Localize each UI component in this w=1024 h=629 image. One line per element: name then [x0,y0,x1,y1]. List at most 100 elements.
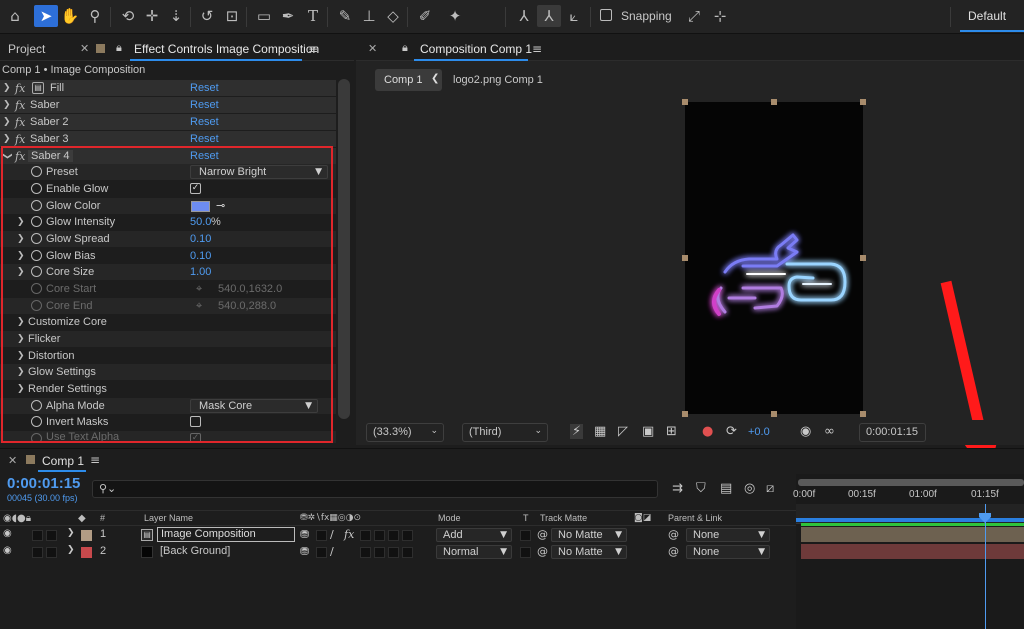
glow-spread-value[interactable]: 0.10 [190,233,211,245]
effect-saber-row[interactable]: ❯ fx Saber Reset [0,97,336,113]
effect-saber-4-row[interactable]: ❯ fx Saber 4 Reset [0,148,336,164]
eye-icon[interactable]: ◉ [3,528,12,539]
tab-composition[interactable]: Composition Comp 1 [420,42,532,56]
panel-menu-icon[interactable]: ≡ [90,453,100,467]
mode-dropdown[interactable]: Add ▼ [436,528,512,542]
fx-icon[interactable]: fx [15,116,25,129]
glow-bias-value[interactable]: 0.10 [190,250,211,262]
shy-icon[interactable]: ⛃ [300,528,309,541]
group-customize-core[interactable]: ❯ Customize Core [0,314,336,330]
resolution-dropdown[interactable]: (Third) ⌄ [462,423,548,442]
quality-icon[interactable]: ∕ [330,528,334,541]
panel-menu-icon[interactable]: ≡ [308,42,318,56]
transparency-grid-icon[interactable]: ▦ [594,424,606,439]
rectangle-icon[interactable]: ▭ [252,5,276,27]
graph-editor-icon[interactable]: ⧄ [766,481,774,496]
lock-icon[interactable]: 🔒︎ [402,42,408,55]
fx-icon[interactable]: fx [15,82,25,95]
reset-link[interactable]: Reset [190,116,219,128]
stopwatch-icon[interactable] [31,216,42,227]
eye-icon[interactable]: ◉ [3,545,12,556]
stopwatch-icon[interactable] [31,400,42,411]
layer-row[interactable]: ◉ ❯ 1 ▤ Image Composition ⛃ ∕ fx Add ▼ @ … [0,527,796,543]
tab-project[interactable]: Project [8,42,45,56]
timeline-track-area[interactable]: 0:00f 00:15f 01:00f 01:15f [793,474,1024,629]
label-color[interactable] [81,547,92,558]
col-layer-name[interactable]: Layer Name [144,513,193,523]
comp-flowchart-icon[interactable]: ⇉ [672,481,683,496]
panel-menu-icon[interactable]: ≡ [532,42,542,56]
switch-box[interactable] [374,547,385,558]
stopwatch-icon[interactable] [31,266,42,277]
track-matte-dropdown[interactable]: No Matte ▼ [551,528,627,542]
stopwatch-icon[interactable] [31,200,42,211]
quality-icon[interactable]: ∕ [330,545,334,558]
anchor-icon[interactable]: ⊡ [220,5,244,27]
parent-dropdown[interactable]: None ▼ [686,528,770,542]
transform-handle[interactable] [682,411,688,417]
effect-fill-row[interactable]: ❯ fx ▤ Fill Reset [0,80,336,96]
axis-view-icon[interactable]: ⟀ [562,5,586,27]
solo-toggle[interactable] [32,547,43,558]
layer-bar[interactable] [801,527,1024,542]
transform-handle[interactable] [860,411,866,417]
group-distortion[interactable]: ❯ Distortion [0,348,336,364]
reset-link[interactable]: Reset [190,150,219,162]
fx-icon[interactable]: fx [15,150,25,163]
close-icon[interactable]: ✕ [8,454,17,467]
mode-dropdown[interactable]: Normal ▼ [436,545,512,559]
switch-box[interactable] [388,530,399,541]
core-size-value[interactable]: 1.00 [190,266,211,278]
type-icon[interactable]: T [301,5,325,27]
chevron-right-icon[interactable]: ❯ [17,384,25,394]
transform-handle[interactable] [771,99,777,105]
fx-icon[interactable]: fx [15,99,25,112]
color-management-icon[interactable]: ⟳ [726,424,737,439]
lock-toggle[interactable] [46,547,57,558]
axis-local-icon[interactable]: ⅄ [512,5,536,27]
pickwhip-icon[interactable]: @ [537,528,548,541]
reset-link[interactable]: Reset [190,99,219,111]
stopwatch-icon[interactable] [31,416,42,427]
layer-bar[interactable] [801,544,1024,559]
brush-icon[interactable]: ✎ [333,5,357,27]
chevron-right-icon[interactable]: ❯ [17,334,25,344]
layer-row[interactable]: ◉ ❯ 2 [Back Ground] ⛃ ∕ Normal ▼ @ No Mat… [0,544,796,560]
mask-visibility-icon[interactable]: ◸ [618,424,628,439]
transform-handle[interactable] [682,255,688,261]
fast-previews-icon[interactable]: ⚡ [570,424,584,439]
chevron-right-icon[interactable]: ❯ [3,100,11,110]
zoom-dropdown[interactable]: (33.3%) ⌄ [366,423,444,442]
parent-pickwhip-icon[interactable]: @ [668,528,679,541]
transform-handle[interactable] [860,99,866,105]
reset-link[interactable]: Reset [190,133,219,145]
layer-name[interactable]: Image Composition [157,527,295,542]
eraser-icon[interactable]: ◇ [381,5,405,27]
chevron-right-icon[interactable]: ❯ [67,545,75,555]
parent-pickwhip-icon[interactable]: @ [668,545,679,558]
clone-stamp-icon[interactable]: ⊥ [357,5,381,27]
comp-timecode[interactable]: 0:00:01:15 [859,423,926,442]
workspace-default[interactable]: Default [968,9,1006,23]
dolly-icon[interactable]: ⇣ [164,5,188,27]
home-icon[interactable]: ⌂ [3,5,27,27]
chevron-right-icon[interactable]: ❯ [17,234,25,244]
hand-icon[interactable]: ✋ [58,5,82,27]
grid-guides-icon[interactable]: ⊞ [666,424,677,439]
chevron-right-icon[interactable]: ❯ [3,83,11,93]
switch-box[interactable] [402,547,413,558]
chevron-right-icon[interactable]: ❯ [17,267,25,277]
switch-box[interactable] [374,530,385,541]
shy-layers-icon[interactable]: ⛉ [696,481,706,496]
switch-box[interactable] [402,530,413,541]
chevron-right-icon[interactable]: ❯ [17,217,25,227]
stopwatch-icon[interactable] [31,233,42,244]
current-time[interactable]: 0:00:01:15 [7,475,80,492]
composition-viewer[interactable] [685,102,863,414]
chevron-right-icon[interactable]: ❯ [3,134,11,144]
close-icon[interactable]: ✕ [368,42,377,55]
layer-name[interactable]: [Back Ground] [160,545,230,557]
lock-toggle[interactable] [46,530,57,541]
snap-expand-icon[interactable]: ⤢ [682,5,706,27]
glow-intensity-value[interactable]: 50.0 [190,216,211,228]
